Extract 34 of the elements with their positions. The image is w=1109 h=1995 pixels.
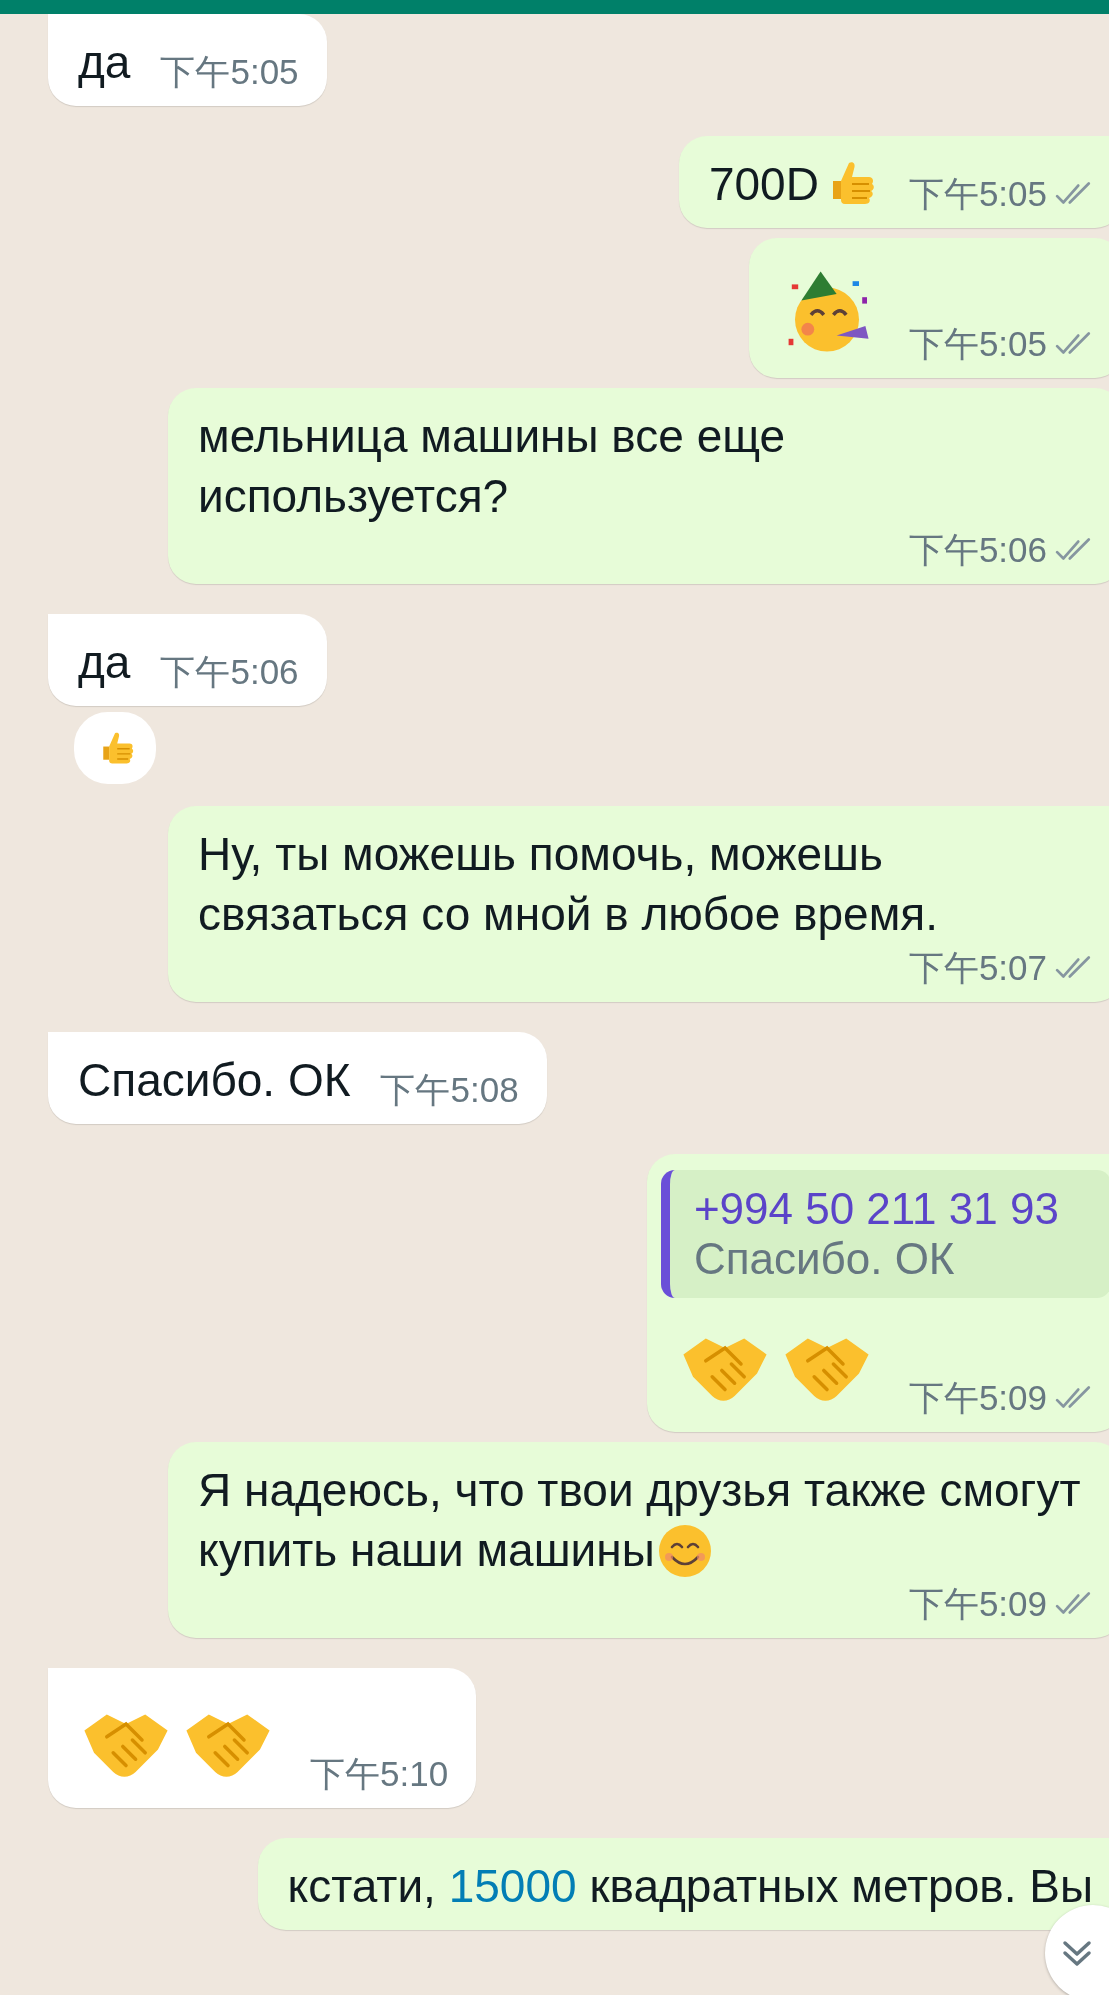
message-time: 下午5:10 [310, 1754, 449, 1794]
message-time: 下午5:05 [908, 324, 1047, 364]
message-bubble[interactable]: 下午5:05 [748, 238, 1109, 378]
number-link[interactable]: 15000 [448, 1860, 577, 1912]
message-bubble[interactable]: 下午5:10 [48, 1668, 477, 1808]
quoted-message[interactable]: +994 50 211 31 93 Спасибо. ОК [660, 1170, 1109, 1298]
message-bubble[interactable]: да 下午5:06 [48, 614, 327, 706]
message-bubble[interactable]: да 下午5:05 [48, 14, 327, 106]
message-time: 下午5:05 [160, 52, 299, 92]
quote-text: Спасибо. ОК [693, 1234, 956, 1284]
message-text: Ну, ты можешь помочь, можешь связаться со мной в любое время. [198, 827, 939, 942]
message-text: 700D [708, 154, 879, 214]
message-time: 下午5:07 [908, 948, 1047, 988]
message-time: 下午5:08 [380, 1070, 519, 1110]
message-bubble[interactable]: 700D 下午5:05 [678, 136, 1109, 228]
message-time: 下午5:09 [908, 1584, 1047, 1624]
message-time: 下午5:09 [908, 1378, 1047, 1418]
message-text: Я надеюсь, что твои друзья также смогут купить наши машины [198, 1463, 1082, 1580]
message-bubble[interactable]: Я надеюсь, что твои друзья также смогут купить наши машины 下午5:09 [168, 1442, 1109, 1638]
message-time: 下午5:06 [908, 530, 1047, 570]
message-text: Спасибо. ОК [78, 1053, 351, 1108]
quote-author: +994 50 211 31 93 [693, 1184, 1060, 1234]
message-time: 下午5:05 [908, 174, 1047, 214]
message-text: да [78, 635, 131, 690]
message-time: 下午5:06 [160, 652, 299, 692]
message-text: кстати, 15000 квадратных метров. Вы [287, 1859, 1093, 1914]
message-bubble[interactable]: кстати, 15000 квадратных метров. Вы [257, 1838, 1109, 1930]
message-bubble[interactable]: мельница машины все еще используется? 下午5:06 [168, 388, 1109, 584]
message-bubble[interactable]: +994 50 211 31 93 Спасибо. ОК 下午5:09 [646, 1154, 1109, 1432]
chevron-down-icon [1063, 1941, 1091, 1966]
message-bubble[interactable]: Ну, ты можешь помочь, можешь связаться со мной в любое время. 下午5:07 [168, 806, 1109, 1002]
message-text: да [78, 35, 131, 90]
message-text: мельница машины все еще используется? [198, 409, 787, 524]
message-bubble[interactable]: Спасибо. ОК 下午5:08 [48, 1032, 547, 1124]
